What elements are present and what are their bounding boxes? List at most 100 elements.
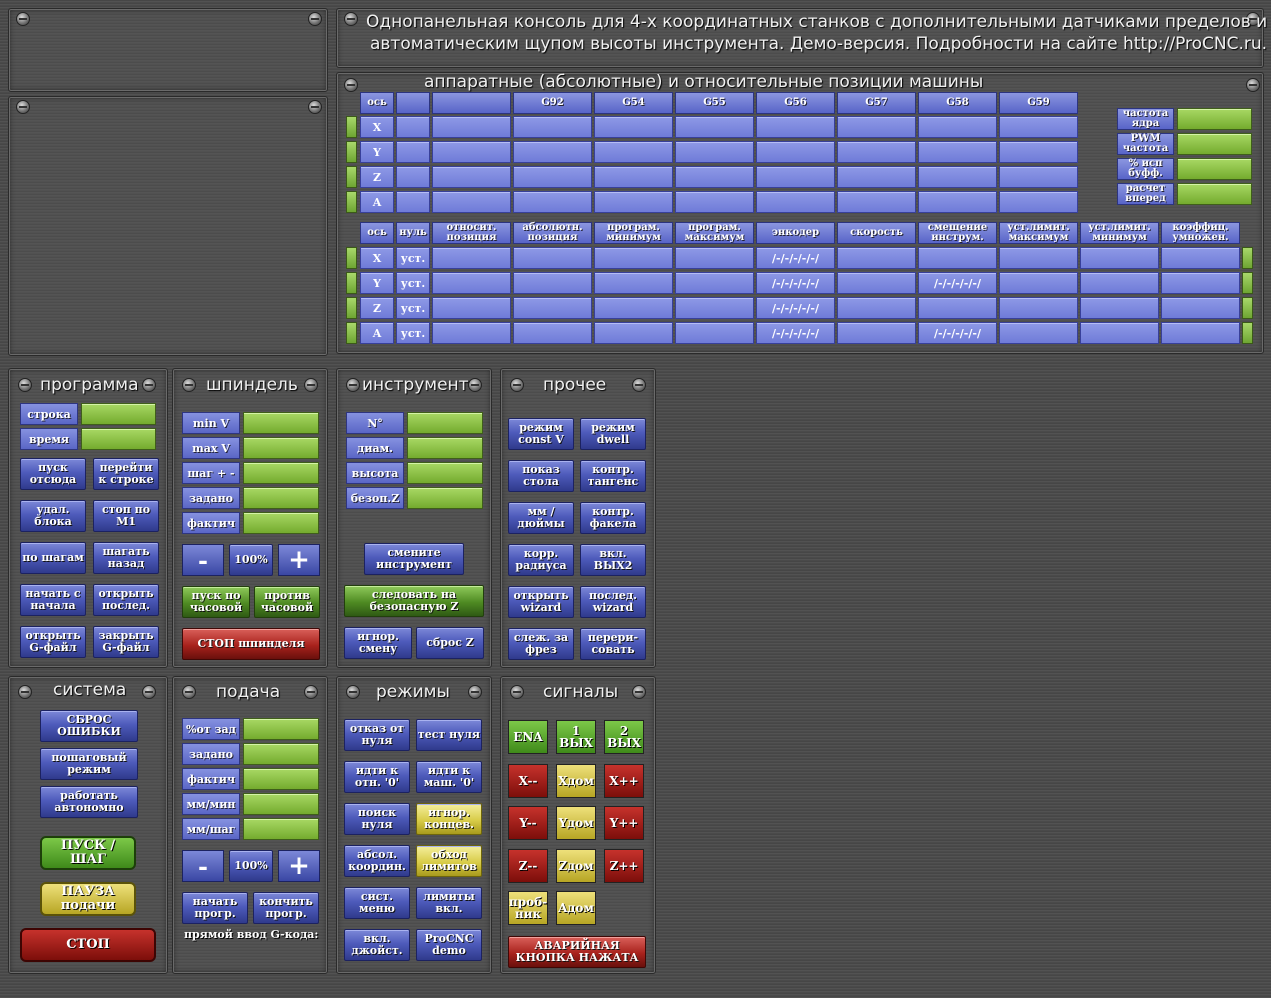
position-cell bbox=[1080, 297, 1159, 319]
top-header-6: G56 bbox=[756, 92, 835, 114]
program-button[interactable]: пуск отсюда bbox=[20, 458, 86, 490]
screw-icon bbox=[142, 685, 156, 699]
modes-button[interactable]: вкл. джойст. bbox=[344, 929, 410, 961]
spindle-plus-button[interactable]: + bbox=[278, 544, 320, 576]
misc-button[interactable]: послед. wizard bbox=[580, 586, 646, 618]
ignore-change-button[interactable]: игнор. смену bbox=[344, 627, 412, 659]
reset-error-button[interactable]: СБРОС ОШИБКИ bbox=[40, 710, 138, 742]
position-cell bbox=[999, 191, 1078, 213]
modes-button[interactable]: тест нуля bbox=[416, 719, 482, 751]
signal-indicator: Y++ bbox=[604, 806, 644, 840]
signal-indicator: 1 ВЫХ bbox=[556, 720, 596, 754]
feed-percent-button[interactable]: 100% bbox=[229, 850, 273, 882]
position-cell bbox=[594, 297, 673, 319]
bottom-header-10: уст.лимит. минимум bbox=[1080, 222, 1159, 244]
program-button[interactable]: начать с начала bbox=[20, 584, 86, 616]
position-cell bbox=[432, 247, 511, 269]
misc-button[interactable]: контр. тангенс bbox=[580, 460, 646, 492]
set-zero-button[interactable]: уст. bbox=[396, 297, 430, 319]
misc-button[interactable]: показ стола bbox=[508, 460, 574, 492]
position-cell bbox=[918, 141, 997, 163]
follow-safe-z-button[interactable]: следовать на безопасную Z bbox=[344, 585, 484, 617]
modes-button[interactable]: поиск нуля bbox=[344, 803, 410, 835]
screw-icon bbox=[346, 685, 360, 699]
begin-program-button[interactable]: начать прогр. bbox=[182, 892, 248, 924]
program-button[interactable]: стоп по M1 bbox=[93, 500, 159, 532]
axis-label: A bbox=[360, 191, 394, 213]
modes-button[interactable]: игнор. концев. bbox=[416, 803, 482, 835]
misc-button[interactable]: режим dwell bbox=[580, 418, 646, 450]
modes-button[interactable]: отказ от нуля bbox=[344, 719, 410, 751]
pause-feed-button[interactable]: ПАУЗА подачи bbox=[40, 882, 136, 916]
spindle-field-value bbox=[243, 412, 319, 434]
feed-plus-button[interactable]: + bbox=[278, 850, 320, 882]
reset-z-button[interactable]: сброс Z bbox=[416, 627, 484, 659]
misc-button[interactable]: перери-совать bbox=[580, 628, 646, 660]
spindle-ccw-button[interactable]: против часовой bbox=[254, 586, 320, 618]
modes-button[interactable]: ProCNC demo bbox=[416, 929, 482, 961]
modes-button[interactable]: идти к отн. '0' bbox=[344, 761, 410, 793]
spindle-minus-button[interactable]: - bbox=[182, 544, 224, 576]
screw-icon bbox=[510, 685, 524, 699]
autonomous-button[interactable]: работать автономно bbox=[40, 786, 138, 818]
header-line-2: автоматическим щупом высоты инструмента.… bbox=[370, 34, 1268, 54]
bottom-header-0: ось bbox=[360, 222, 394, 244]
program-button[interactable]: шагать назад bbox=[93, 542, 159, 574]
change-tool-button[interactable]: смените инструмент bbox=[364, 543, 464, 575]
screw-icon bbox=[182, 685, 196, 699]
misc-button[interactable]: контр. факела bbox=[580, 502, 646, 534]
position-cell bbox=[918, 116, 997, 138]
axis-led bbox=[346, 297, 357, 319]
signals-title: сигналы bbox=[543, 682, 619, 702]
program-button[interactable]: перейти к строке bbox=[93, 458, 159, 490]
position-cell bbox=[513, 297, 592, 319]
spindle-field-label: min V bbox=[182, 412, 240, 434]
tool-field-value bbox=[407, 462, 483, 484]
step-mode-button[interactable]: пошаговый режим bbox=[40, 748, 138, 780]
program-button[interactable]: открыть G-файл bbox=[20, 626, 86, 658]
modes-button[interactable]: лимиты вкл. bbox=[416, 887, 482, 919]
screw-icon bbox=[304, 378, 318, 392]
modes-button[interactable]: идти к маш. '0' bbox=[416, 761, 482, 793]
bottom-header-5: програм. максимум bbox=[675, 222, 754, 244]
position-cell bbox=[837, 322, 916, 344]
program-button[interactable]: удал. блока bbox=[20, 500, 86, 532]
position-cell bbox=[756, 166, 835, 188]
feed-minus-button[interactable]: - bbox=[182, 850, 224, 882]
misc-button[interactable]: режим const V bbox=[508, 418, 574, 450]
tool-field-label: высота bbox=[346, 462, 404, 484]
modes-title: режимы bbox=[376, 682, 450, 702]
axis-led bbox=[346, 272, 357, 294]
set-zero-button[interactable]: уст. bbox=[396, 247, 430, 269]
position-cell bbox=[513, 116, 592, 138]
feed-field-label: мм/мин bbox=[182, 793, 240, 815]
misc-button[interactable]: слеж. за фрез bbox=[508, 628, 574, 660]
misc-button[interactable]: открыть wizard bbox=[508, 586, 574, 618]
position-cell bbox=[999, 272, 1078, 294]
modes-button[interactable]: абсол. координ. bbox=[344, 845, 410, 877]
end-program-button[interactable]: кончить прогр. bbox=[253, 892, 319, 924]
spindle-percent-button[interactable]: 100% bbox=[229, 544, 273, 576]
spindle-stop-button[interactable]: СТОП шпинделя bbox=[182, 628, 320, 660]
modes-button[interactable]: сист. меню bbox=[344, 887, 410, 919]
program-button[interactable]: по шагам bbox=[20, 542, 86, 574]
modes-button[interactable]: обход лимитов bbox=[416, 845, 482, 877]
stop-button[interactable]: СТОП bbox=[20, 928, 156, 962]
feed-field-label: фактич bbox=[182, 768, 240, 790]
program-button[interactable]: закрыть G-файл bbox=[93, 626, 159, 658]
position-cell bbox=[999, 247, 1078, 269]
position-cell bbox=[432, 191, 511, 213]
tool-field-label: N° bbox=[346, 412, 404, 434]
stat-label: % исп буфф. bbox=[1117, 158, 1174, 180]
blank-panel-top bbox=[8, 8, 328, 92]
spindle-cw-button[interactable]: пуск по часовой bbox=[182, 586, 250, 618]
start-step-button[interactable]: ПУСК / ШАГ bbox=[40, 836, 136, 870]
stat-value-field bbox=[1177, 158, 1252, 180]
misc-button[interactable]: вкл. ВЫХ2 bbox=[580, 544, 646, 576]
misc-button[interactable]: корр. радиуса bbox=[508, 544, 574, 576]
set-zero-button[interactable]: уст. bbox=[396, 272, 430, 294]
program-button[interactable]: открыть послед. bbox=[93, 584, 159, 616]
set-zero-button[interactable]: уст. bbox=[396, 322, 430, 344]
misc-button[interactable]: мм / дюймы bbox=[508, 502, 574, 534]
stat-value-field bbox=[1177, 133, 1252, 155]
